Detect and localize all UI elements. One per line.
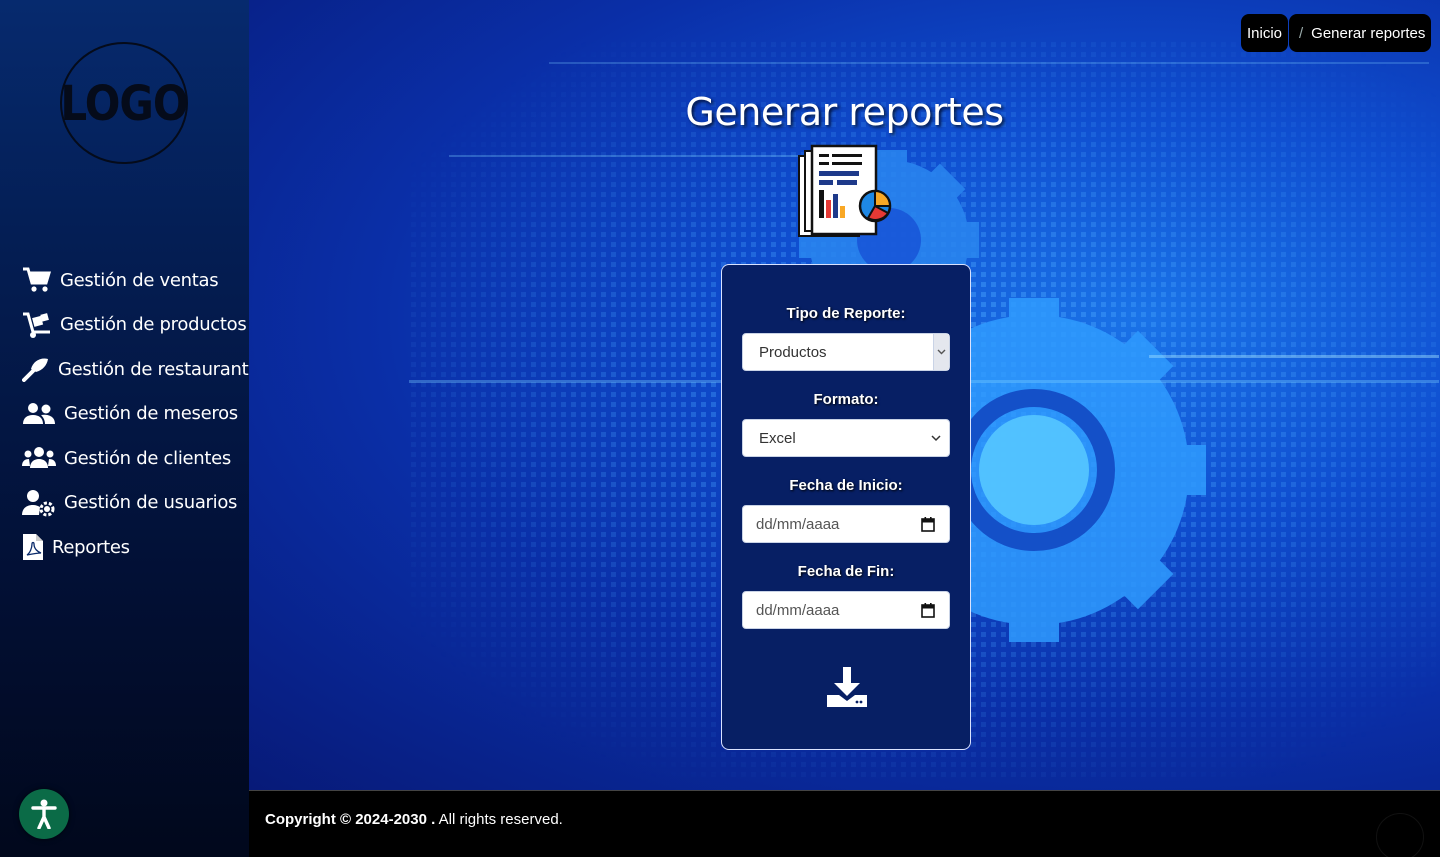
copyright-bold: Copyright © 2024-2030 . (265, 811, 436, 828)
group-icon (22, 447, 56, 469)
breadcrumb-link[interactable]: Inicio (1247, 25, 1282, 42)
main-content: Inicio / Generar reportes Generar reporte… (249, 0, 1440, 790)
accessibility-button[interactable] (19, 789, 69, 839)
hand-truck-icon (23, 312, 50, 338)
fecha-inicio-input[interactable]: dd/mm/aaaa (742, 505, 950, 543)
sidebar-item-label: Gestión de usuarios (64, 492, 238, 514)
fin-placeholder: dd/mm/aaaa (756, 601, 840, 619)
copyright-rest: All rights reserved. (435, 811, 563, 828)
accessibility-icon (31, 799, 57, 829)
breadcrumb-separator: / (1299, 24, 1304, 42)
calendar-icon[interactable] (921, 602, 935, 618)
page-title: Generar reportes (685, 90, 1004, 134)
download-button[interactable] (825, 665, 869, 709)
fecha-fin-input[interactable]: dd/mm/aaaa (742, 591, 950, 629)
tipo-label: Tipo de Reporte: (786, 305, 906, 322)
pdf-file-icon (23, 534, 43, 561)
sidebar-item-reportes[interactable]: Reportes (22, 525, 247, 570)
footer: Copyright © 2024-2030 . All rights reser… (249, 790, 1440, 857)
sidebar-item-label: Reportes (52, 536, 130, 558)
inicio-label: Fecha de Inicio: (789, 477, 903, 494)
sidebar-item-label: Gestión de ventas (60, 269, 219, 291)
breadcrumb-label: Generar reportes (1311, 24, 1426, 42)
users-icon (23, 402, 55, 424)
copyright: Copyright © 2024-2030 . All rights reser… (265, 811, 563, 828)
inicio-placeholder: dd/mm/aaaa (756, 515, 840, 533)
cart-icon (23, 267, 52, 292)
breadcrumb-inicio[interactable]: Inicio (1241, 14, 1289, 52)
select-arrow (933, 334, 949, 370)
breadcrumb-current: / Generar reportes (1289, 14, 1432, 52)
report-form: Tipo de Reporte: Productos Formato: Exce… (721, 264, 971, 750)
logo[interactable]: LOGO (60, 42, 189, 164)
sidebar-item-productos[interactable]: Gestión de productos (22, 303, 247, 348)
fin-label: Fecha de Fin: (797, 563, 895, 580)
sidebar-nav: Gestión de ventas Gestión de productos G… (22, 258, 259, 570)
sidebar-item-clientes[interactable]: Gestión de clientes (22, 436, 247, 481)
sidebar-item-ventas[interactable]: Gestión de ventas (22, 258, 247, 303)
tipo-select[interactable]: Productos (742, 333, 950, 371)
sidebar-item-meseros[interactable]: Gestión de meseros (22, 392, 247, 437)
formato-select[interactable]: Excel (742, 419, 950, 457)
logo-text: LOGO (60, 74, 188, 132)
sidebar-item-label: Gestión de clientes (64, 447, 232, 469)
chevron-down-icon (937, 349, 946, 355)
sidebar: LOGO Gestión de ventas Gestión de produc… (0, 0, 259, 857)
formato-value: Excel (759, 429, 796, 447)
calendar-icon[interactable] (921, 516, 935, 532)
user-gear-icon (22, 489, 55, 517)
spatula-icon (22, 358, 48, 383)
sidebar-item-label: Gestión de restaurante (58, 358, 260, 380)
formato-label: Formato: (813, 391, 879, 408)
sidebar-item-usuarios[interactable]: Gestión de usuarios (22, 481, 247, 526)
sidebar-item-label: Gestión de meseros (64, 403, 238, 425)
chevron-down-icon (931, 435, 941, 442)
download-icon (827, 667, 867, 707)
tipo-value: Productos (759, 343, 827, 361)
sidebar-item-label: Gestión de productos (60, 314, 247, 336)
scroll-top-button[interactable] (1376, 813, 1424, 857)
report-document-icon (798, 144, 892, 237)
sidebar-item-restaurante[interactable]: Gestión de restaurante (22, 347, 259, 392)
